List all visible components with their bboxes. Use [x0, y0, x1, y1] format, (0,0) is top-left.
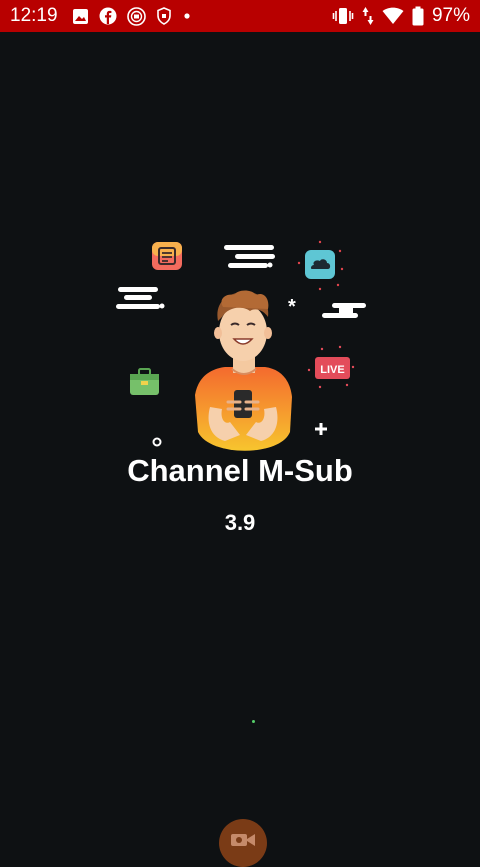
splash-illustration: * LIVE — [116, 240, 366, 453]
speed-lines-top — [224, 245, 275, 268]
battery-icon — [412, 6, 424, 26]
cloud-icon — [297, 240, 344, 291]
app-title: Channel M-Sub — [127, 453, 353, 488]
briefcase-icon — [130, 368, 159, 395]
data-arrows-icon — [362, 6, 374, 26]
image-icon — [72, 8, 89, 25]
video-camera-icon — [231, 834, 255, 846]
app-icon — [126, 6, 146, 26]
status-bar: 12:19 97% — [0, 0, 480, 32]
notification-icons — [72, 6, 192, 26]
speed-lines-left — [116, 287, 165, 309]
wifi-icon — [382, 7, 404, 25]
person-illustration — [195, 290, 292, 453]
speed-lines-right — [322, 303, 366, 318]
video-camera-button[interactable] — [219, 819, 267, 867]
dot-icon — [182, 11, 192, 21]
svg-text:*: * — [288, 296, 296, 318]
status-indicator-dot — [252, 720, 255, 723]
battery-percent: 97% — [431, 5, 470, 26]
app-version: 3.9 — [224, 510, 256, 535]
news-icon — [152, 242, 182, 270]
vibrate-icon — [332, 7, 354, 25]
system-icons: 97% — [332, 5, 470, 27]
live-badge-icon: LIVE — [307, 345, 355, 389]
shield-icon — [156, 7, 172, 25]
live-label: LIVE — [320, 364, 344, 376]
splash-screen: * LIVE Channel M-Sub 3.9 — [0, 32, 480, 853]
facebook-icon — [99, 7, 117, 25]
status-time: 12:19 — [10, 5, 58, 26]
